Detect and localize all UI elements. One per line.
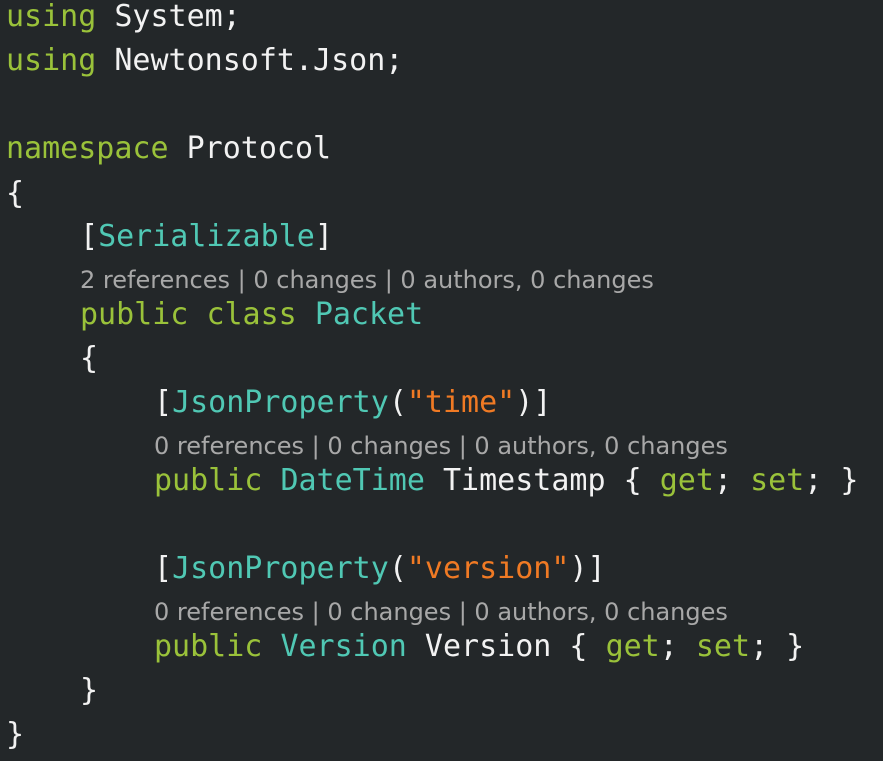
codelens-separator: | [451, 598, 475, 626]
namespace-newtonsoft-json: Newtonsoft.Json; [96, 43, 404, 78]
code-line-namespace-open-brace[interactable]: { [6, 174, 24, 214]
codelens-authors-link[interactable]: 0 authors, 0 changes [400, 266, 653, 294]
property-name-version: Version { [406, 629, 606, 664]
code-line-using-newtonsoft[interactable]: using Newtonsoft.Json; [6, 41, 403, 81]
class-name-packet: Packet [314, 297, 424, 332]
namespace-system: System; [96, 0, 241, 34]
code-line-class-open-brace[interactable]: { [80, 339, 98, 379]
paren-open: ( [388, 385, 407, 420]
semicolon: ; [659, 629, 696, 664]
codelens-changes-link[interactable]: 0 changes [327, 598, 451, 626]
bracket-open: [ [80, 219, 99, 254]
type-version: Version [280, 629, 407, 664]
keyword-set: set [750, 463, 805, 498]
codelens-separator: | [451, 432, 475, 460]
bracket-open: [ [154, 551, 173, 586]
paren-close: ) [569, 551, 588, 586]
paren-close: ) [515, 385, 534, 420]
bracket-open: [ [154, 385, 173, 420]
codelens-authors-link[interactable]: 0 authors, 0 changes [474, 598, 727, 626]
attribute-jsonproperty: JsonProperty [172, 385, 389, 420]
code-line-using-system[interactable]: using System; [6, 0, 241, 37]
code-line-class-close-brace[interactable]: } [80, 671, 98, 711]
keyword-get: get [659, 463, 714, 498]
codelens-changes-link[interactable]: 0 changes [327, 432, 451, 460]
code-line-jsonproperty-version[interactable]: [JsonProperty("version")] [154, 549, 606, 589]
attribute-serializable: Serializable [98, 219, 315, 254]
codelens-separator: | [304, 432, 328, 460]
semicolon: ; [713, 463, 751, 498]
codelens-packet: 2 references | 0 changes | 0 authors, 0 … [80, 265, 654, 295]
code-line-timestamp-property[interactable]: public DateTime Timestamp { get; set; } [154, 461, 858, 501]
namespace-name: Protocol [168, 131, 332, 166]
accessor-end: ; } [804, 463, 859, 498]
close-brace: } [6, 717, 25, 752]
keyword-class: class [206, 297, 297, 332]
open-brace: { [6, 176, 25, 211]
code-line-namespace-close-brace[interactable]: } [6, 715, 24, 755]
attribute-jsonproperty: JsonProperty [172, 551, 389, 586]
code-line-jsonproperty-time[interactable]: [JsonProperty("time")] [154, 383, 551, 423]
keyword-using: using [6, 0, 97, 34]
codelens-timestamp: 0 references | 0 changes | 0 authors, 0 … [154, 431, 728, 461]
bracket-close: ] [533, 385, 552, 420]
code-line-version-property[interactable]: public Version Version { get; set; } [154, 627, 804, 667]
string-literal-version: "version" [406, 551, 570, 586]
codelens-references-link[interactable]: 2 references [80, 266, 230, 294]
code-line-class-declaration[interactable]: public class Packet [80, 295, 423, 335]
codelens-separator: | [230, 266, 254, 294]
bracket-close: ] [314, 219, 333, 254]
codelens-authors-link[interactable]: 0 authors, 0 changes [474, 432, 727, 460]
codelens-separator: | [377, 266, 401, 294]
accessor-end: ; } [750, 629, 805, 664]
type-datetime: DateTime [280, 463, 425, 498]
codelens-changes-link[interactable]: 0 changes [253, 266, 377, 294]
string-literal-time: "time" [406, 385, 516, 420]
keyword-set: set [695, 629, 751, 664]
codelens-references-link[interactable]: 0 references [154, 598, 304, 626]
keyword-namespace: namespace [6, 131, 169, 166]
open-brace: { [80, 341, 99, 376]
code-editor[interactable]: using System; using Newtonsoft.Json; nam… [0, 0, 883, 761]
keyword-using: using [6, 43, 97, 78]
close-brace: } [80, 673, 99, 708]
keyword-get: get [605, 629, 660, 664]
bracket-close: ] [587, 551, 606, 586]
codelens-separator: | [304, 598, 328, 626]
code-line-namespace[interactable]: namespace Protocol [6, 129, 331, 169]
property-name-timestamp: Timestamp { [424, 463, 660, 498]
keyword-public: public [154, 463, 263, 498]
keyword-public: public [154, 629, 263, 664]
codelens-references-link[interactable]: 0 references [154, 432, 304, 460]
code-line-serializable-attribute[interactable]: [Serializable] [80, 217, 333, 257]
keyword-public: public [80, 297, 189, 332]
paren-open: ( [388, 551, 407, 586]
codelens-version: 0 references | 0 changes | 0 authors, 0 … [154, 597, 728, 627]
